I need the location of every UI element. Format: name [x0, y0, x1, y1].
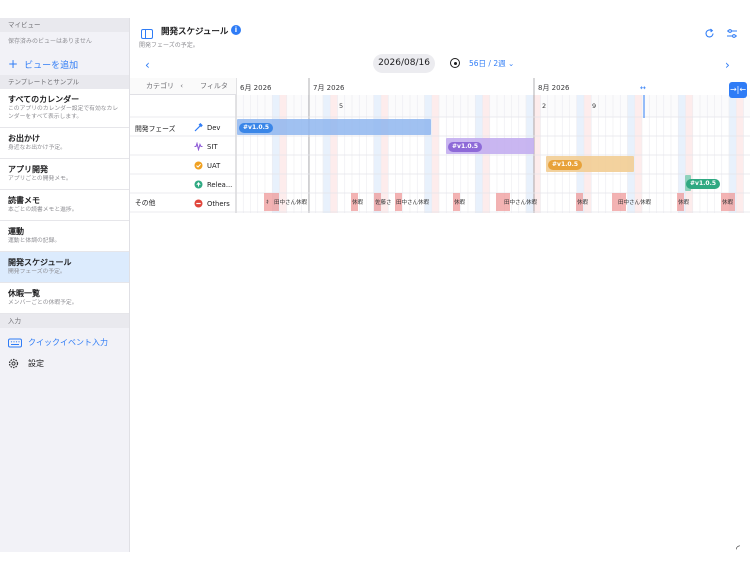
refresh-icon[interactable] [704, 24, 715, 43]
sidebar-item-desc: メンバーごとの休暇予定。 [8, 300, 78, 306]
sidebar-item-reading[interactable]: 読書メモ 本ごとの読書メモと進捗。 [0, 190, 129, 221]
column-category-label: カテゴリ [146, 82, 174, 90]
sidebar-item-exercise[interactable]: 運動 運動と体調の記録。 [0, 221, 129, 252]
filter-label: SIT [207, 142, 218, 151]
category-dev-phase: 開発フェーズ [135, 125, 176, 133]
month-label-july: 7月 2026 [313, 84, 345, 92]
day-number: 2 [542, 102, 547, 110]
page-title: 開発スケジュール [161, 27, 229, 37]
info-icon[interactable]: i [231, 25, 241, 35]
current-date-button[interactable]: 2026/08/16 [373, 54, 435, 73]
add-view-label: ビューを追加 [24, 60, 79, 71]
no-views-text: 保存済みのビューはありません [0, 32, 129, 53]
sit-version-tag: #v1.0.5 [448, 142, 483, 152]
dev-version-tag: #v1.0.5 [239, 123, 274, 133]
timeline-grid: カテゴリ ‹ フィルタ 6月 2026 7月 2026 8月 2026 5 2 … [130, 78, 750, 213]
chevron-left-icon[interactable]: ‹ [180, 82, 183, 90]
filter-label: Others [207, 199, 230, 208]
day-number: 5 [339, 102, 344, 110]
day-number: 9 [592, 102, 597, 110]
input-header: 入力 [0, 314, 129, 328]
grid-lines [130, 78, 750, 213]
sidebar-item-title: お出かけ [8, 134, 40, 143]
sidebar-item-dev-schedule[interactable]: 開発スケジュール 開発フェーズの予定。 [0, 252, 129, 283]
month-label-june: 6月 2026 [240, 84, 272, 92]
loading-indicator-icon: ◜ [736, 544, 740, 555]
sidebar-item-desc: 運動と体調の記録。 [8, 238, 61, 244]
next-period-button[interactable]: › [725, 58, 730, 72]
sidebar-item-app-dev[interactable]: アプリ開発 アプリごとの開発メモ。 [0, 159, 129, 190]
filter-label: UAT [207, 161, 221, 170]
filter-row-others[interactable]: Others [194, 199, 230, 208]
sidebar-item-title: 運動 [8, 227, 24, 236]
filter-row-release[interactable]: Relea... [194, 180, 232, 189]
quick-event-label: クイックイベント入力 [28, 338, 108, 347]
filter-row-uat[interactable]: UAT [194, 161, 220, 170]
keyboard-icon [8, 338, 22, 348]
checkmark-circle-icon [194, 161, 203, 170]
category-other: その他 [135, 199, 156, 207]
no-entry-icon [194, 199, 203, 208]
sidebar-item-title: 休暇一覧 [8, 289, 40, 298]
templates-header: テンプレートとサンプル [0, 75, 129, 89]
vacation-label: 休暇 [722, 200, 734, 206]
sidebar-item-vacations[interactable]: 休暇一覧 メンバーごとの休暇予定。 [0, 283, 129, 314]
column-header-filter: フィルタ [188, 78, 236, 95]
month-label-august: 8月 2026 [538, 84, 570, 92]
sidebar-item-title: 読書メモ [8, 196, 40, 205]
vacation-label: 田中さん休暇 [274, 200, 308, 206]
vacation-label: 休暇 [577, 200, 589, 206]
vacation-label: 田中さん休暇 [618, 200, 652, 206]
sidebar-item-desc: 開発フェーズの予定。 [8, 269, 66, 275]
vacation-label: 田中さん休暇 [504, 200, 538, 206]
vacation-label: 休暇 [678, 200, 690, 206]
column-header-category: カテゴリ ‹ [130, 78, 188, 95]
gear-icon [8, 358, 22, 369]
range-picker[interactable]: 56日 / 2週 ⌄ [469, 58, 514, 69]
sidebar: マイビュー 保存済みのビューはありません + ビューを追加 テンプレートとサンプ… [0, 18, 130, 552]
sidebar-item-title: すべてのカレンダー [8, 95, 80, 104]
vacation-label: 休暇 [352, 200, 364, 206]
sidebar-item-desc: 身近なお出かけ予定。 [8, 145, 66, 151]
add-view-button[interactable]: + ビューを追加 [0, 53, 129, 75]
release-icon [194, 180, 203, 189]
vacation-label: ｷ [266, 200, 269, 206]
app-window: マイビュー 保存済みのビューはありません + ビューを追加 テンプレートとサンプ… [0, 0, 750, 562]
sidebar-item-all-calendars[interactable]: すべてのカレンダー このアプリのカレンダー設定で有効なカレンダーをすべて表示しま… [0, 89, 129, 128]
previous-period-button[interactable]: ‹ [145, 58, 150, 72]
sidebar-item-outing[interactable]: お出かけ 身近なお出かけ予定。 [0, 128, 129, 159]
vacation-label: 休暇 [454, 200, 466, 206]
settings-label: 設定 [28, 359, 44, 368]
sidebar-item-desc: このアプリのカレンダー設定で有効なカレンダーをすべて表示します。 [8, 106, 119, 120]
release-version-tag: #v1.0.5 [686, 179, 721, 189]
plus-icon: + [8, 57, 19, 71]
page-subtitle: 開発フェーズの予定。 [139, 42, 199, 49]
settings-button[interactable]: 設定 [0, 353, 129, 374]
uat-version-tag: #v1.0.5 [548, 160, 583, 170]
view-settings-icon[interactable] [726, 24, 738, 43]
waveform-icon [194, 142, 203, 151]
sidebar-item-desc: アプリごとの開発メモ。 [8, 176, 72, 182]
filter-label: Dev [207, 123, 221, 132]
sidebar-item-title: アプリ開発 [8, 165, 48, 174]
resize-arrows-icon[interactable]: ↔ [640, 84, 646, 92]
sidebar-item-title: 開発スケジュール [8, 258, 72, 267]
sidebar-item-desc: 本ごとの読書メモと進捗。 [8, 207, 78, 213]
hammer-icon [194, 123, 203, 132]
today-icon[interactable] [450, 58, 460, 68]
my-views-header: マイビュー [0, 18, 129, 32]
quick-event-button[interactable]: クイックイベント入力 [0, 332, 129, 353]
vacation-label: 佐藤さ [375, 200, 392, 206]
filter-row-sit[interactable]: SIT [194, 142, 217, 151]
collapse-columns-button[interactable]: →|← [729, 82, 747, 98]
vacation-label: 田中さん休暇 [396, 200, 430, 206]
filter-row-dev[interactable]: Dev [194, 123, 220, 132]
filter-label: Relea... [207, 180, 233, 189]
